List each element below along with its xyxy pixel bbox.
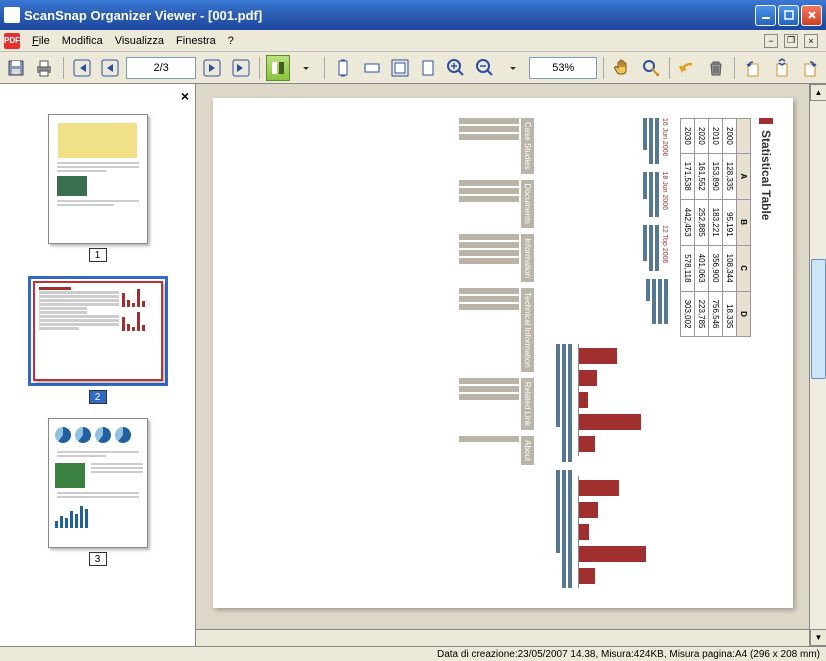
- fit-width-button[interactable]: [359, 55, 383, 81]
- date-label: 12 Top 2006: [661, 225, 668, 271]
- toolbar-separator: [259, 57, 260, 79]
- scrollbar-track[interactable]: [810, 101, 826, 629]
- zoom-out-button[interactable]: [473, 55, 497, 81]
- toolbar-separator: [63, 57, 64, 79]
- actual-size-button[interactable]: [416, 55, 440, 81]
- date-label: 16 Jun 2006: [661, 118, 668, 164]
- fit-height-button[interactable]: [331, 55, 355, 81]
- date-label: 18 Jun 2006: [661, 172, 668, 218]
- vertical-scrollbar[interactable]: ▲ ▼: [809, 84, 826, 646]
- rotate-right-button[interactable]: [798, 55, 822, 81]
- inner-minimize-button[interactable]: −: [764, 34, 778, 48]
- thumbnail-page-2[interactable]: [33, 281, 163, 381]
- thumbnail-list: 1: [0, 84, 195, 576]
- app-icon: [4, 7, 20, 23]
- save-button[interactable]: [4, 55, 28, 81]
- mini-text-lines: [57, 162, 139, 172]
- toolbar-separator: [734, 57, 735, 79]
- status-text: Data di creazione:23/05/2007 14.38, Misu…: [437, 649, 820, 660]
- thumbnail-item[interactable]: 3: [48, 418, 148, 566]
- menu-help[interactable]: ?: [222, 33, 240, 49]
- page-input[interactable]: [126, 57, 196, 79]
- undo-button[interactable]: [676, 55, 700, 81]
- hand-tool-button[interactable]: [610, 55, 634, 81]
- mini-image: [57, 176, 87, 196]
- rotate-180-button[interactable]: [769, 55, 793, 81]
- window-buttons: [755, 5, 822, 26]
- zoom-dropdown-button[interactable]: [501, 55, 525, 81]
- section-label: Documents: [521, 180, 534, 228]
- horizontal-scrollbar[interactable]: [196, 629, 809, 646]
- bar-chart-1: [578, 344, 668, 456]
- toolbar-separator: [669, 57, 670, 79]
- thumbnail-number: 3: [89, 552, 107, 566]
- print-button[interactable]: [32, 55, 56, 81]
- menu-window[interactable]: Finestra: [170, 33, 222, 49]
- mini-text-lines: [57, 451, 139, 457]
- rotate-left-button[interactable]: [741, 55, 765, 81]
- scroll-down-button[interactable]: ▼: [810, 629, 826, 646]
- titlebar: ScanSnap Organizer Viewer - [001.pdf]: [0, 0, 826, 30]
- page-section-title: Statistical Table: [759, 118, 773, 588]
- first-page-button[interactable]: [70, 55, 94, 81]
- toolbar: [0, 52, 826, 84]
- section-label: Information: [521, 234, 534, 282]
- select-tool-button[interactable]: [638, 55, 662, 81]
- main-area: × 1: [0, 84, 826, 646]
- window-title: ScanSnap Organizer Viewer - [001.pdf]: [24, 8, 755, 23]
- section-label: Case Studies: [521, 118, 534, 174]
- mini-map: [55, 463, 85, 488]
- view-mode-button[interactable]: [266, 55, 290, 81]
- section-label: Related Link: [521, 378, 534, 430]
- statusbar: Data di creazione:23/05/2007 14.38, Misu…: [0, 646, 826, 661]
- mini-map-graphic: [58, 123, 136, 158]
- thumbnail-close-button[interactable]: ×: [181, 88, 189, 104]
- thumbnail-page-3[interactable]: [48, 418, 148, 548]
- view-dropdown-button[interactable]: [294, 55, 318, 81]
- inner-close-button[interactable]: ×: [804, 34, 818, 48]
- zoom-in-button[interactable]: [444, 55, 468, 81]
- fit-page-button[interactable]: [388, 55, 412, 81]
- inner-restore-button[interactable]: ❐: [784, 34, 798, 48]
- menubar: PDF File Modifica Visualizza Finestra ? …: [0, 30, 826, 52]
- mini-bar-chart: [55, 504, 141, 528]
- sections-row: Case Studies Documents Information: [459, 118, 534, 588]
- scroll-up-button[interactable]: ▲: [810, 84, 826, 101]
- thumbnail-number: 2: [89, 390, 107, 404]
- toolbar-separator: [324, 57, 325, 79]
- thumbnail-page-1[interactable]: [48, 114, 148, 244]
- page-canvas[interactable]: Statistical Table ABCD 2000128,33595,191…: [196, 84, 809, 629]
- thumbnail-item[interactable]: 1: [48, 114, 148, 262]
- minimize-button[interactable]: [755, 5, 776, 26]
- last-page-button[interactable]: [228, 55, 252, 81]
- content-area: Statistical Table ABCD 2000128,33595,191…: [196, 84, 826, 646]
- menu-view[interactable]: Visualizza: [109, 33, 170, 49]
- rendered-page: Statistical Table ABCD 2000128,33595,191…: [213, 98, 793, 608]
- thumbnail-item[interactable]: 2: [28, 276, 168, 404]
- pdf-icon: PDF: [4, 33, 20, 49]
- section-label: About: [521, 436, 534, 465]
- thumbnail-panel: × 1: [0, 84, 196, 646]
- prev-page-button[interactable]: [98, 55, 122, 81]
- delete-button[interactable]: [704, 55, 728, 81]
- statistical-table: ABCD 2000128,33595,191108,34418,335 2010…: [680, 118, 751, 337]
- toolbar-separator: [603, 57, 604, 79]
- inner-window-buttons: − ❐ ×: [764, 34, 822, 48]
- mini-pie-charts: [55, 427, 141, 443]
- thumbnail-number: 1: [89, 248, 107, 262]
- menu-file[interactable]: File: [26, 33, 56, 49]
- section-label: Technical Information: [521, 288, 534, 372]
- close-button[interactable]: [801, 5, 822, 26]
- menu-edit[interactable]: Modifica: [56, 33, 109, 49]
- bar-chart-2: [578, 476, 668, 588]
- mini-text-lines: [57, 200, 139, 206]
- next-page-button[interactable]: [200, 55, 224, 81]
- scrollbar-thumb[interactable]: [811, 259, 826, 379]
- maximize-button[interactable]: [778, 5, 799, 26]
- zoom-input[interactable]: [529, 57, 597, 79]
